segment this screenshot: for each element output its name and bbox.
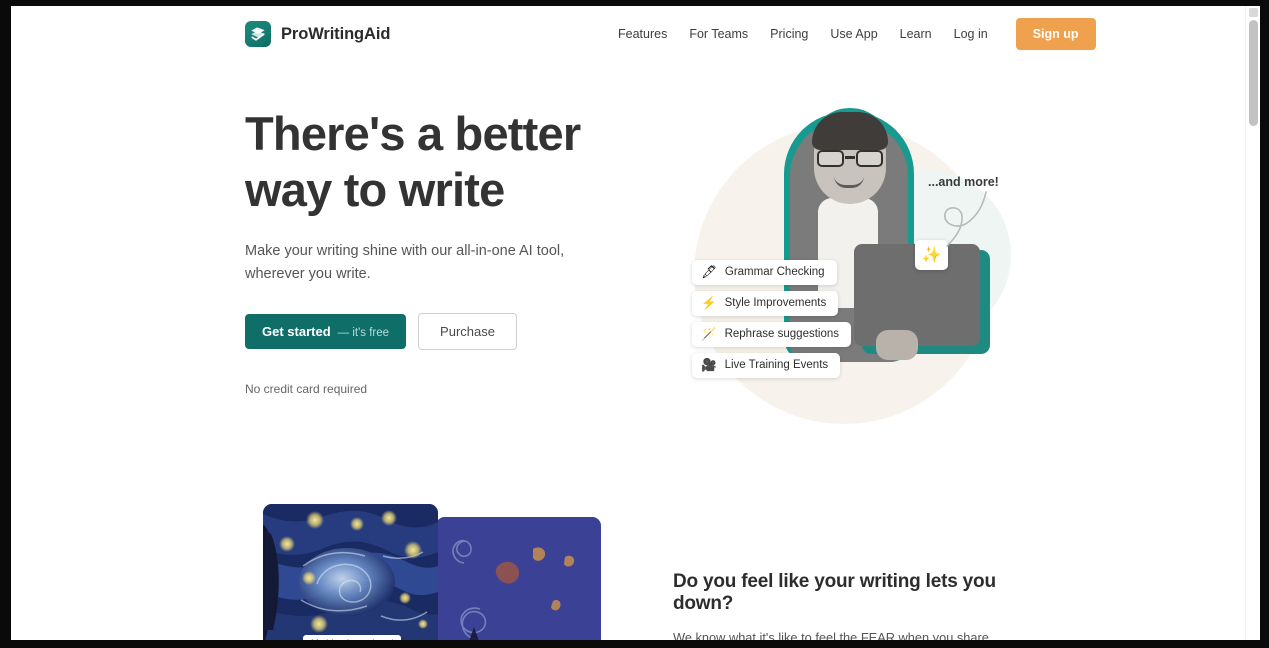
lightning-bolt-icon: ⚡ [701,296,717,310]
get-started-note: — it's free [337,327,390,339]
feature-pill-label: Live Training Events [724,359,829,372]
nav-use-app[interactable]: Use App [819,21,888,47]
site-header: ProWritingAid Features For Teams Pricing… [11,6,1245,62]
nav-log-in[interactable]: Log in [943,21,999,47]
scrollbar-up-arrow[interactable] [1249,8,1258,17]
blue-swirls-card [436,517,601,640]
feature-pill-live-training-events: 🎥 Live Training Events [692,353,841,378]
glasses-lens-left [817,150,844,167]
window-left-edge [0,0,11,648]
glasses-lens-right [856,150,883,167]
window-right-edge [1260,0,1269,648]
nav-learn[interactable]: Learn [889,21,943,47]
main-navigation: Features For Teams Pricing Use App Learn… [607,18,1096,50]
browser-window: ProWritingAid Features For Teams Pricing… [0,0,1269,648]
glasses-icon [816,150,884,167]
hero-section: There's a better way to write Make your … [11,62,1245,482]
get-started-label: Get started [262,324,331,339]
fountain-pen-icon: 🖋 [701,265,717,279]
hero-copy: There's a better way to write Make your … [245,106,645,396]
sign-up-button[interactable]: Sign up [1015,18,1096,50]
brand-logo-link[interactable]: ProWritingAid [245,21,390,47]
writing-lets-you-down-section: My idea in my head Do you feel like your… [11,486,1245,640]
person-hair [812,112,888,150]
feature-pill-style-improvements: ⚡ Style Improvements [692,291,839,316]
feature-pill-grammar-checking: 🖋 Grammar Checking [692,260,837,285]
feature-pill-label: Rephrase suggestions [724,328,840,341]
curly-line-doodle-icon [944,191,987,247]
vertical-scrollbar[interactable] [1245,6,1260,640]
nav-for-teams[interactable]: For Teams [678,21,759,47]
window-bottom-edge [0,640,1269,648]
hero-illustration: ✨ 🖋 Grammar Checking ⚡ Style Improvement… [666,102,1026,442]
no-credit-card-note: No credit card required [245,382,368,396]
nav-pricing[interactable]: Pricing [759,21,819,47]
brand-name: ProWritingAid [281,24,391,43]
get-started-button[interactable]: Get started — it's free [245,314,407,349]
starry-night-card: My idea in my head [263,504,438,640]
hero-cta-group: Get started — it's free Purchase [245,313,645,350]
section-two-title: Do you feel like your writing lets you d… [673,571,996,614]
hero-subtitle: Make your writing shine with our all-in-… [245,243,565,282]
purchase-button[interactable]: Purchase [418,313,517,350]
magic-wand-icon: 🪄 [701,327,717,341]
feature-pill-rephrase-suggestions: 🪄 Rephrase suggestions [692,322,852,347]
prowritingaid-book-logo-icon [245,21,271,47]
movie-camera-icon: 🎥 [701,358,717,372]
glasses-bridge [845,156,855,159]
person-hand [876,330,918,360]
scrollbar-thumb[interactable] [1249,20,1258,126]
nav-features[interactable]: Features [607,21,678,47]
feature-pill-label: Style Improvements [724,297,827,310]
feature-pill-label: Grammar Checking [724,266,825,279]
section-two-body: We know what it's like to feel the FEAR … [673,630,989,640]
section-two-copy: Do you feel like your writing lets you d… [673,571,1018,640]
and-more-label: ...and more! [928,175,999,189]
page-viewport: ProWritingAid Features For Teams Pricing… [11,6,1260,640]
hero-title: There's a better way to write [245,107,581,216]
